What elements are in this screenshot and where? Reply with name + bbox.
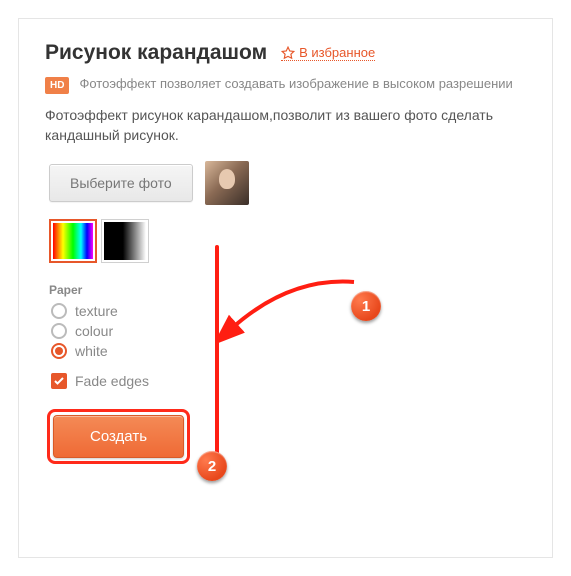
create-button-wrap: Создать (47, 409, 190, 464)
header: Рисунок карандашом В избранное (45, 41, 526, 65)
fade-edges-checkbox[interactable]: Fade edges (51, 373, 526, 389)
star-icon (281, 46, 295, 60)
color-swatches (49, 219, 526, 263)
paper-group-label: Paper (49, 283, 526, 297)
annotation-badge-2: 2 (197, 451, 227, 481)
hd-description: Фотоэффект позволяет создавать изображен… (79, 75, 512, 93)
choose-photo-button[interactable]: Выберите фото (49, 164, 193, 202)
hd-badge: HD (45, 77, 69, 94)
page-title: Рисунок карандашом (45, 41, 267, 65)
paper-option-texture[interactable]: texture (51, 303, 526, 319)
paper-option-colour[interactable]: colour (51, 323, 526, 339)
swatch-blackwhite[interactable] (101, 219, 149, 263)
effect-description: Фотоэффект рисунок карандашом,позволит и… (45, 106, 526, 145)
favorite-label: В избранное (299, 45, 375, 60)
radio-icon (51, 343, 67, 359)
photo-thumbnail[interactable] (205, 161, 249, 205)
hd-info: HD Фотоэффект позволяет создавать изобра… (45, 75, 526, 94)
checkbox-icon (51, 373, 67, 389)
upload-row: Выберите фото (49, 161, 526, 205)
create-button[interactable]: Создать (53, 415, 184, 458)
radio-icon (51, 303, 67, 319)
radio-label: white (75, 343, 108, 359)
paper-option-white[interactable]: white (51, 343, 526, 359)
effect-panel: Рисунок карандашом В избранное HD Фотоэф… (18, 18, 553, 558)
swatch-rainbow[interactable] (49, 219, 97, 263)
add-to-favorites-link[interactable]: В избранное (281, 45, 375, 61)
radio-label: texture (75, 303, 118, 319)
checkbox-label: Fade edges (75, 373, 149, 389)
radio-label: colour (75, 323, 113, 339)
highlight-frame: Создать (47, 409, 190, 464)
radio-icon (51, 323, 67, 339)
paper-options: texture colour white (51, 303, 526, 359)
